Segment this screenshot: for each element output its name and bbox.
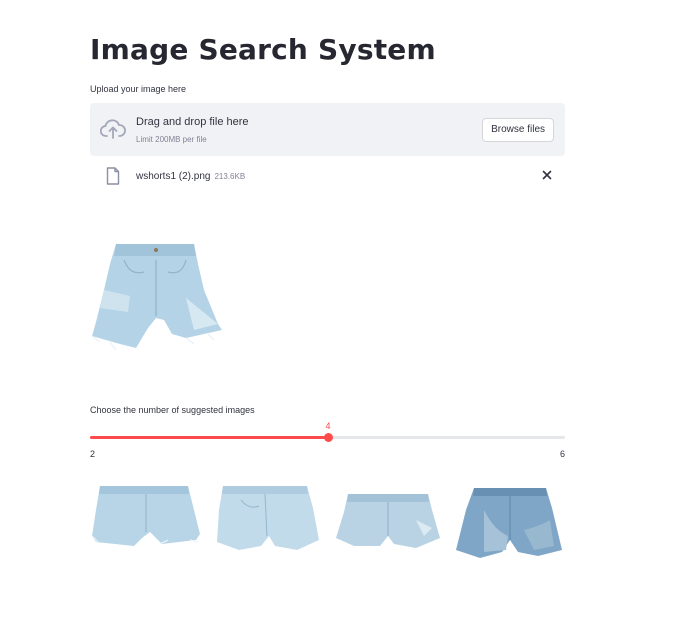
suggested-images [90,480,565,560]
slider-fill [90,436,328,439]
dropzone-instruction: Drag and drop file here [136,116,249,128]
suggested-image-2 [217,486,319,550]
suggestion-count-slider[interactable]: 4 2 6 [90,420,565,460]
cloud-upload-icon [100,119,126,139]
slider-label: Choose the number of suggested images [90,405,255,415]
suggested-image-1 [91,486,200,546]
file-icon [106,167,120,185]
slider-thumb[interactable] [323,433,333,442]
suggested-image-3 [336,494,440,548]
file-dropzone[interactable]: Drag and drop file here Limit 200MB per … [90,103,565,156]
suggested-image-4 [456,488,562,558]
file-size: 213.6KB [214,172,246,181]
uploaded-file-name: wshorts1 (2).png 213.6KB [136,171,245,182]
uploaded-file-row: wshorts1 (2).png 213.6KB [90,163,565,191]
browse-files-button[interactable]: Browse files [482,118,554,142]
uploaded-image-preview [91,244,222,351]
dropzone-limit: Limit 200MB per file [136,135,207,144]
page-title: Image Search System [90,33,436,66]
slider-max-label: 6 [559,449,565,459]
slider-value: 4 [325,421,331,431]
upload-label: Upload your image here [90,84,187,94]
file-name-text: wshorts1 (2).png [136,171,211,182]
close-icon[interactable] [539,167,555,183]
slider-min-label: 2 [90,449,96,459]
